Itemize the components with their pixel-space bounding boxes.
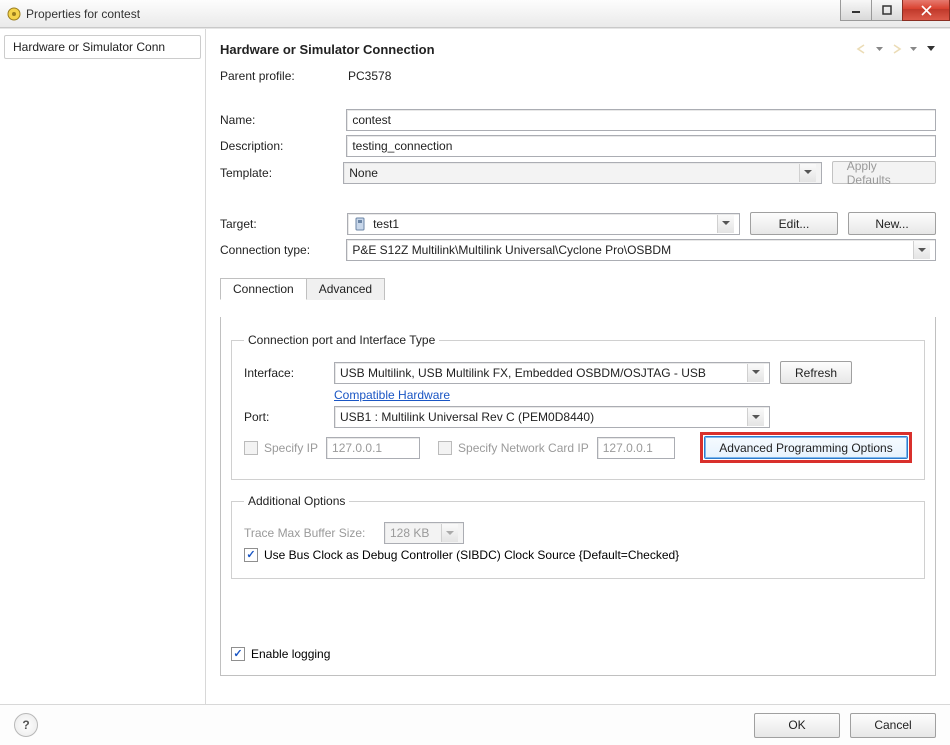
advanced-programming-highlight: Advanced Programming Options: [700, 432, 912, 463]
drive-icon: [353, 217, 367, 231]
tab-panel: Connection port and Interface Type Inter…: [220, 317, 936, 676]
nav-back-button[interactable]: [854, 41, 870, 57]
connection-type-select[interactable]: P&E S12Z Multilink\Multilink Universal\C…: [346, 239, 936, 261]
svg-text:?: ?: [22, 719, 29, 731]
additional-options-legend: Additional Options: [244, 494, 349, 508]
additional-options-group: Additional Options Trace Max Buffer Size…: [231, 494, 925, 579]
ok-button[interactable]: OK: [754, 713, 840, 738]
parent-profile-label: Parent profile:: [220, 69, 338, 83]
port-label: Port:: [244, 410, 324, 424]
enable-logging-option[interactable]: Enable logging: [231, 647, 330, 661]
specify-ip-label: Specify IP: [264, 441, 318, 455]
interface-value: USB Multilink, USB Multilink FX, Embedde…: [340, 366, 706, 380]
specify-nic-label: Specify Network Card IP: [458, 441, 589, 455]
bus-clock-option[interactable]: Use Bus Clock as Debug Controller (SIBDC…: [244, 548, 679, 562]
category-item-label: Hardware or Simulator Conn: [13, 40, 165, 54]
target-select[interactable]: test1: [347, 213, 740, 235]
bus-clock-checkbox[interactable]: [244, 548, 258, 562]
connection-type-label: Connection type:: [220, 243, 336, 257]
dialog-footer: ? OK Cancel: [0, 704, 950, 745]
window-maximize-button[interactable]: [871, 0, 903, 21]
specify-ip-checkbox: [244, 441, 258, 455]
enable-logging-label: Enable logging: [251, 647, 330, 661]
interface-select[interactable]: USB Multilink, USB Multilink FX, Embedde…: [334, 362, 770, 384]
chevron-down-icon: [799, 164, 816, 182]
page-title: Hardware or Simulator Connection: [220, 42, 435, 57]
main-panel: Hardware or Simulator Connection: [206, 29, 950, 704]
description-input[interactable]: [346, 135, 936, 157]
window-titlebar: Properties for contest: [0, 0, 950, 28]
connection-type-value: P&E S12Z Multilink\Multilink Universal\C…: [352, 243, 671, 257]
nav-menu-dropdown[interactable]: [926, 44, 936, 54]
name-input[interactable]: [346, 109, 936, 131]
interface-label: Interface:: [244, 366, 324, 380]
window-title: Properties for contest: [26, 7, 140, 21]
apply-defaults-button: Apply Defaults: [832, 161, 936, 184]
nav-forward-button[interactable]: [888, 41, 904, 57]
connection-port-group: Connection port and Interface Type Inter…: [231, 333, 925, 480]
help-button[interactable]: ?: [14, 713, 38, 737]
template-value: None: [349, 166, 378, 180]
name-label: Name:: [220, 113, 336, 127]
compatible-hardware-link[interactable]: Compatible Hardware: [334, 388, 450, 402]
target-value: test1: [373, 217, 399, 231]
specify-ip-input: [326, 437, 420, 459]
connection-port-legend: Connection port and Interface Type: [244, 333, 439, 347]
chevron-down-icon: [717, 215, 734, 233]
advanced-programming-button[interactable]: Advanced Programming Options: [704, 436, 908, 459]
parent-profile-value: PC3578: [348, 69, 391, 83]
specify-nic-option: Specify Network Card IP: [438, 441, 589, 455]
tab-connection[interactable]: Connection: [220, 278, 307, 300]
enable-logging-checkbox[interactable]: [231, 647, 245, 661]
new-target-button[interactable]: New...: [848, 212, 936, 235]
page-nav: [854, 41, 936, 57]
bus-clock-label: Use Bus Clock as Debug Controller (SIBDC…: [264, 548, 679, 562]
target-label: Target:: [220, 217, 337, 231]
trace-buffer-label: Trace Max Buffer Size:: [244, 526, 374, 540]
nav-forward-dropdown[interactable]: [908, 44, 918, 54]
category-item-hardware[interactable]: Hardware or Simulator Conn: [4, 35, 201, 59]
specify-nic-input: [597, 437, 675, 459]
window-close-button[interactable]: [902, 0, 950, 21]
trace-buffer-value: 128 KB: [390, 526, 429, 540]
category-tree: Hardware or Simulator Conn: [0, 29, 206, 704]
port-select[interactable]: USB1 : Multilink Universal Rev C (PEM0D8…: [334, 406, 770, 428]
specify-ip-option: Specify IP: [244, 441, 318, 455]
edit-target-button[interactable]: Edit...: [750, 212, 838, 235]
refresh-button[interactable]: Refresh: [780, 361, 852, 384]
window-minimize-button[interactable]: [840, 0, 872, 21]
description-label: Description:: [220, 139, 336, 153]
cancel-button[interactable]: Cancel: [850, 713, 936, 738]
specify-nic-checkbox: [438, 441, 452, 455]
template-select[interactable]: None: [343, 162, 821, 184]
app-icon: [6, 6, 22, 22]
template-label: Template:: [220, 166, 333, 180]
port-value: USB1 : Multilink Universal Rev C (PEM0D8…: [340, 410, 594, 424]
chevron-down-icon: [441, 524, 458, 542]
nav-back-dropdown[interactable]: [874, 44, 884, 54]
tab-advanced[interactable]: Advanced: [306, 278, 385, 300]
chevron-down-icon: [913, 241, 930, 259]
chevron-down-icon: [747, 408, 764, 426]
chevron-down-icon: [747, 364, 764, 382]
trace-buffer-select: 128 KB: [384, 522, 464, 544]
help-icon: ?: [20, 719, 32, 731]
